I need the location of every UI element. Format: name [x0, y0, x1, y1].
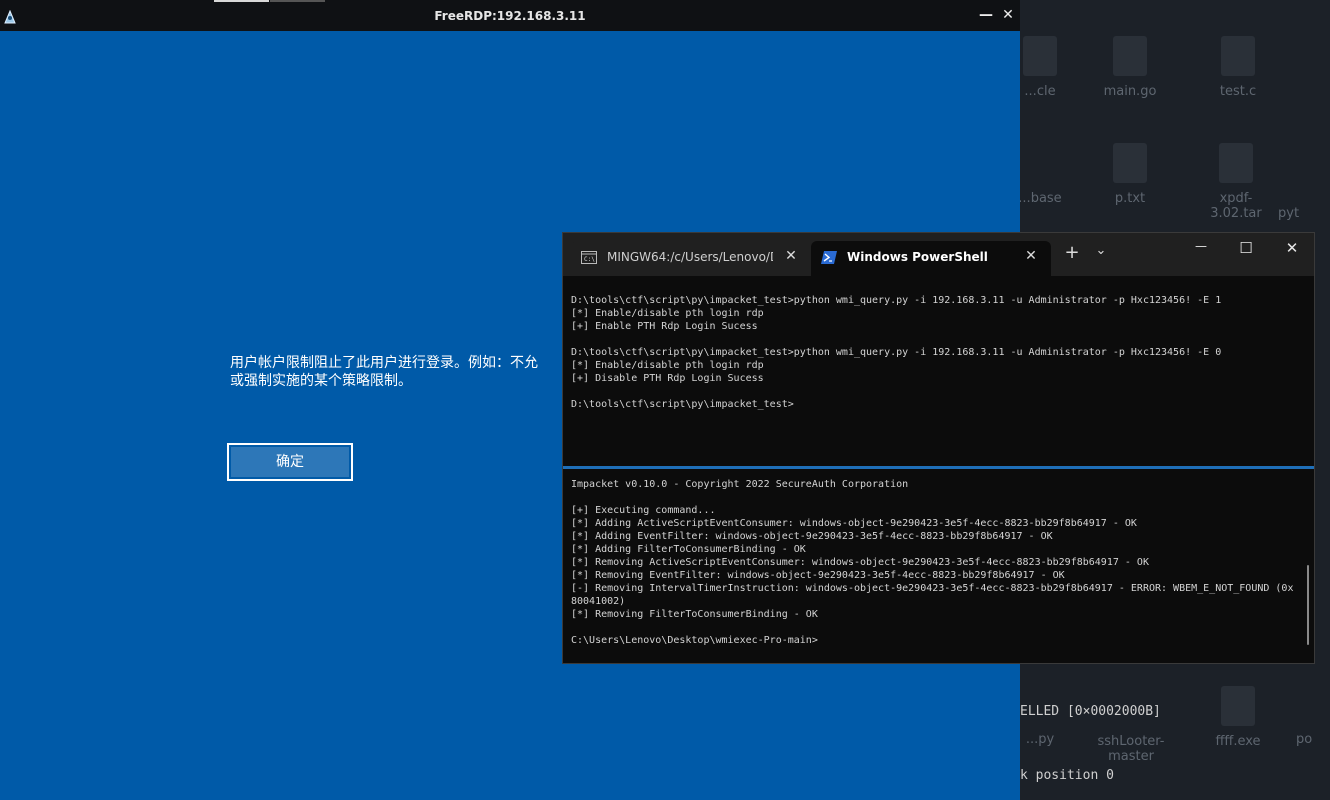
desktop-icon[interactable]: p.txt: [1090, 143, 1170, 206]
text-file-icon: [1113, 143, 1147, 183]
powershell-icon: [821, 251, 837, 264]
maximize-button[interactable]: ☐: [1231, 239, 1261, 265]
new-tab-button[interactable]: +: [1063, 242, 1081, 263]
minimize-button[interactable]: —: [1186, 239, 1216, 265]
rdp-titlebar: FreeRDP:192.168.3.11 — ✕: [0, 0, 1020, 31]
logon-error-message: 用户帐户限制阻止了此用户进行登录。例如：不允 或强制实施的某个策略限制。: [230, 354, 570, 390]
tab-mingw64[interactable]: C:\ MINGW64:/c/Users/Lenovo/De ✕: [571, 241, 807, 276]
ok-button[interactable]: 确定: [227, 443, 353, 481]
message-line: 或强制实施的某个策略限制。: [230, 373, 412, 389]
close-button[interactable]: ✕: [1000, 7, 1016, 23]
c-file-icon: [1221, 36, 1255, 76]
tab-title: MINGW64:/c/Users/Lenovo/De: [607, 250, 773, 264]
window-title: FreeRDP:192.168.3.11: [434, 9, 586, 23]
desktop-icon[interactable]: main.go: [1090, 36, 1170, 99]
desktop-icon[interactable]: pyt: [1278, 206, 1318, 221]
close-button[interactable]: ✕: [1277, 239, 1307, 265]
svg-text:C:\: C:\: [584, 256, 595, 263]
pane-divider[interactable]: [563, 466, 1314, 469]
background-terminal-line: k position 0: [1020, 768, 1114, 783]
desktop-icon[interactable]: ...py: [1020, 732, 1080, 747]
close-tab-button[interactable]: ✕: [783, 248, 799, 264]
archive-icon: [1219, 143, 1253, 183]
desktop-icon[interactable]: ...base: [1020, 143, 1080, 206]
cmd-icon: C:\: [581, 251, 597, 264]
message-line: 用户帐户限制阻止了此用户进行登录。例如：不允: [230, 355, 538, 371]
exe-file-icon: [1221, 686, 1255, 726]
desktop-icon[interactable]: sshLooter-master: [1086, 686, 1176, 764]
windows-terminal-window: C:\ MINGW64:/c/Users/Lenovo/De ✕ Windows…: [562, 232, 1315, 664]
desktop-icon[interactable]: xpdf-3.02.tar: [1196, 143, 1276, 221]
desktop-icon[interactable]: test.c: [1198, 36, 1278, 99]
scrollbar[interactable]: [1307, 565, 1309, 645]
tab-bar: C:\ MINGW64:/c/Users/Lenovo/De ✕ Windows…: [563, 233, 1314, 276]
file-icon: [1023, 36, 1057, 76]
minimize-button[interactable]: —: [978, 7, 994, 23]
terminal-pane-top[interactable]: D:\tools\ctf\script\py\impacket_test>pyt…: [563, 287, 1314, 465]
desktop-icon[interactable]: ffff.exe: [1198, 686, 1278, 749]
close-tab-button[interactable]: ✕: [1023, 248, 1039, 264]
tab-powershell[interactable]: Windows PowerShell ✕: [811, 241, 1051, 276]
background-terminal-line: ELLED [0×0002000B]: [1020, 704, 1161, 719]
terminal-pane-bottom[interactable]: Impacket v0.10.0 - Copyright 2022 Secure…: [563, 471, 1314, 661]
desktop-icon[interactable]: po: [1296, 732, 1330, 747]
go-file-icon: [1113, 36, 1147, 76]
desktop-icon[interactable]: ...cle: [1020, 36, 1080, 99]
ok-button-label: 确定: [231, 447, 349, 477]
dropdown-chevron-icon[interactable]: ⌄: [1093, 243, 1109, 258]
tab-title: Windows PowerShell: [847, 250, 988, 264]
